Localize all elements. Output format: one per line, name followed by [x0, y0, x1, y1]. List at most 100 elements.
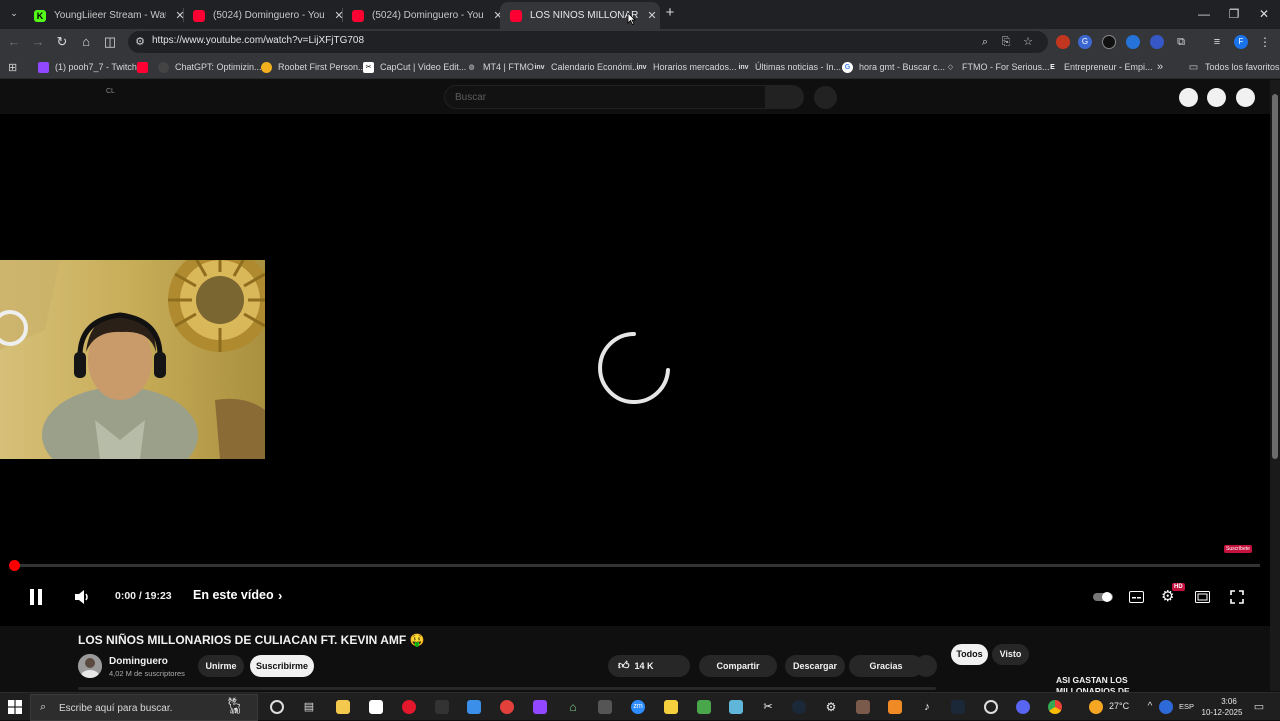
restore-button[interactable]: ❐ [1219, 4, 1249, 24]
extensions-puzzle-icon[interactable]: ⧉ [1174, 35, 1188, 49]
volume-icon[interactable] [74, 590, 90, 604]
join-button[interactable]: Unirme [198, 655, 244, 677]
bookmark-chatgpt[interactable]: ChatGPT: Optimizin... [158, 60, 262, 74]
youtube-search-box[interactable] [444, 85, 766, 109]
account-avatar[interactable] [1236, 88, 1255, 107]
menu-logo-placeholder[interactable]: CL [106, 88, 115, 95]
bookmark-star-icon[interactable]: ☆ [1021, 35, 1035, 49]
network-globe-icon[interactable] [1159, 700, 1173, 714]
subtitles-icon[interactable] [1129, 591, 1144, 603]
bookmark-youtube[interactable] [137, 60, 154, 74]
tab-search-icon[interactable]: ⌄ [4, 4, 24, 22]
settings-icon[interactable]: ⚙ [824, 700, 838, 714]
clock-time[interactable]: 3:06 [1214, 697, 1244, 706]
page-scrollbar[interactable] [1270, 80, 1280, 691]
weather-temperature[interactable]: 27°C [1109, 701, 1129, 711]
apps-grid-icon[interactable]: ⊞ [8, 60, 17, 74]
create-button[interactable] [1179, 88, 1198, 107]
home-button[interactable]: ⌂ [76, 33, 96, 51]
windows-start-icon[interactable] [8, 700, 22, 714]
notifications-icon[interactable]: ▭ [1252, 700, 1266, 714]
translate-extension-icon[interactable]: G [1078, 35, 1092, 49]
install-app-icon[interactable]: ⎘ [999, 35, 1013, 49]
app-green-icon[interactable]: ⌂ [566, 700, 580, 714]
channel-name[interactable]: Dominguero [109, 656, 168, 667]
app-orange-icon[interactable] [888, 700, 902, 714]
back-button[interactable]: ← [4, 33, 24, 51]
fullscreen-icon[interactable] [1230, 590, 1244, 604]
search-input[interactable] [445, 86, 765, 108]
bookmark-calendario[interactable]: inv Calendario Económi... [534, 60, 639, 74]
notifications-button[interactable] [1207, 88, 1226, 107]
forward-button[interactable]: → [28, 33, 48, 51]
chevron-right-icon[interactable]: › [278, 588, 282, 603]
copilot-icon[interactable] [467, 700, 481, 714]
extension-red-icon[interactable] [1056, 35, 1070, 49]
bookmark-ultimas-noticias[interactable]: inv Últimas noticias - In... [738, 60, 841, 74]
filter-chip-all[interactable]: Todos [951, 644, 988, 665]
shield-extension-icon[interactable] [1126, 35, 1140, 49]
more-bookmarks-chevron-icon[interactable]: » [1157, 60, 1163, 74]
thanks-button[interactable]: Gracias [849, 655, 923, 677]
bookmark-roobet[interactable]: Roobet First Person... [261, 60, 366, 74]
tab-youtube-dominguero-1[interactable]: (5024) Dominguero - YouTube ✕ [183, 2, 345, 29]
reload-button[interactable]: ↻ [52, 33, 72, 51]
close-window-button[interactable]: ✕ [1249, 4, 1279, 24]
tray-chevron-up-icon[interactable]: ^ [1143, 700, 1157, 714]
bookmark-horarios[interactable]: inv Horarios mercados... [636, 60, 736, 74]
pause-icon[interactable] [28, 588, 44, 606]
subscribe-button[interactable]: Suscribirme [250, 655, 314, 677]
circle-extension-icon[interactable] [1150, 35, 1164, 49]
app-circle-icon[interactable] [984, 700, 998, 714]
new-tab-button[interactable]: + [660, 4, 680, 22]
address-bar[interactable]: ⚙ https://www.youtube.com/watch?v=LijXFj… [128, 31, 1048, 53]
site-info-icon[interactable]: ⚙ [133, 35, 147, 49]
like-button[interactable]: 👍︎ 14 K [608, 655, 690, 677]
openai-extension-icon[interactable] [1102, 35, 1116, 49]
autoplay-toggle[interactable] [1093, 591, 1113, 603]
bookmark-capcut[interactable]: ✂ CapCut | Video Edit... [363, 60, 466, 74]
download-button[interactable]: Descargar [785, 655, 845, 677]
zoom-icon[interactable]: ⌕ [978, 35, 992, 49]
taskbar-search-box[interactable]: ⌕ Escribe aquí para buscar. 🦌︎ [30, 694, 258, 721]
chrome-icon[interactable] [1048, 700, 1062, 714]
cortana-icon[interactable] [270, 700, 284, 714]
tiktok-icon[interactable]: ♪ [920, 700, 934, 714]
app-blue-icon[interactable] [729, 700, 743, 714]
notepad-icon[interactable] [369, 700, 383, 714]
profile-avatar[interactable]: F [1234, 35, 1248, 49]
bookmark-hora-gmt[interactable]: G hora gmt - Buscar c... [842, 60, 945, 74]
twitch-icon[interactable] [533, 700, 547, 714]
capcut-icon[interactable]: ✂ [761, 700, 775, 714]
share-button[interactable]: Compartir [699, 655, 777, 677]
sticky-notes-icon[interactable] [664, 700, 678, 714]
search-button[interactable] [766, 85, 804, 109]
clock-date[interactable]: 10-12-2025 [1200, 708, 1244, 717]
progress-scrubber[interactable] [9, 560, 20, 571]
opera-icon[interactable] [402, 700, 416, 714]
app-dark-icon[interactable] [792, 700, 806, 714]
bookmark-twitch[interactable]: (1) pooh7_7 - Twitch [38, 60, 137, 74]
minecraft-icon[interactable] [697, 700, 711, 714]
zoom-icon[interactable]: zm [631, 700, 645, 714]
bookmark-entrepreneur[interactable]: E Entrepreneur - Empi... [1047, 60, 1152, 74]
steam-icon[interactable] [951, 700, 965, 714]
app-photo-icon[interactable] [856, 700, 870, 714]
split-view-icon[interactable]: ◫ [100, 33, 120, 51]
file-explorer-icon[interactable] [336, 700, 350, 714]
progress-bar[interactable] [14, 564, 1260, 567]
theater-mode-icon[interactable] [1195, 591, 1210, 603]
filter-chip-watched[interactable]: Visto [992, 644, 1029, 665]
video-player[interactable]: Suscríbete 0:00 / 19:23 En este vídeo › … [0, 114, 1270, 626]
subscribe-watermark[interactable]: Suscríbete [1224, 545, 1252, 553]
channel-avatar[interactable] [78, 654, 102, 678]
all-favorites-folder[interactable]: ▭ Todos los favoritos [1188, 60, 1280, 74]
app-icon[interactable] [435, 700, 449, 714]
discord-icon[interactable] [1016, 700, 1030, 714]
app-grid-icon[interactable] [598, 700, 612, 714]
tab-active-video[interactable]: LOS NIÑOS MILLONARIOS DE CU ✕ [500, 2, 660, 29]
more-menu-icon[interactable]: ⋮ [1258, 35, 1272, 49]
bookmark-ftmo[interactable]: ◇ FTMO - For Serious... [945, 60, 1050, 74]
task-view-icon[interactable]: ▤ [302, 700, 316, 714]
tab-close-icon[interactable]: ✕ [646, 9, 658, 22]
